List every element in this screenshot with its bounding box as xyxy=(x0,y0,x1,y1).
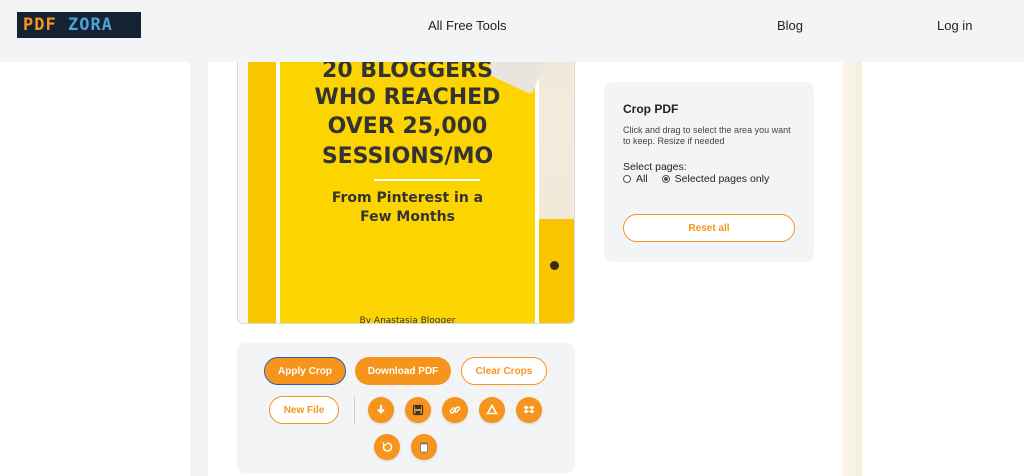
radio-all-label[interactable]: All xyxy=(636,173,648,185)
logo-part-pdf: PDF xyxy=(23,15,57,35)
link-icon[interactable] xyxy=(442,397,468,423)
radio-selected-pages[interactable] xyxy=(661,175,670,183)
cover-line-4: SESSIONS/MO xyxy=(321,144,494,169)
crop-settings-panel: Crop PDF Click and drag to select the ar… xyxy=(604,82,814,262)
preview-pin xyxy=(550,261,559,270)
cover-rule xyxy=(374,179,480,181)
select-pages-label: Select pages: xyxy=(623,161,687,173)
preview-right-panel xyxy=(539,62,574,323)
new-file-button[interactable]: New File xyxy=(269,396,339,424)
preview-margin xyxy=(238,62,248,323)
panel-description: Click and drag to select the area you wa… xyxy=(623,125,791,146)
dropbox-icon[interactable] xyxy=(516,397,542,423)
reset-all-button[interactable]: Reset all xyxy=(623,214,795,242)
radio-all[interactable] xyxy=(623,175,631,183)
save-icon[interactable] xyxy=(405,397,431,423)
cover-subtitle-2: Few Months xyxy=(360,209,455,225)
nav-blog[interactable]: Blog xyxy=(777,18,803,33)
nav-all-free-tools[interactable]: All Free Tools xyxy=(428,18,507,33)
cover-line-3: OVER 25,000 xyxy=(327,114,488,139)
undo-icon[interactable] xyxy=(374,434,400,460)
page-shadow-left xyxy=(190,62,208,476)
cover-subtitle-1: From Pinterest in a xyxy=(331,190,484,206)
page-selection-radios: All Selected pages only xyxy=(623,173,769,185)
nav-login[interactable]: Log in xyxy=(937,18,972,33)
apply-crop-button[interactable]: Apply Crop xyxy=(264,357,346,385)
cover-line-2: WHO REACHED xyxy=(314,85,501,110)
page-shadow-right xyxy=(842,62,862,476)
download-pdf-button[interactable]: Download PDF xyxy=(355,357,451,385)
panel-title: Crop PDF xyxy=(623,102,679,116)
trash-icon[interactable] xyxy=(411,434,437,460)
action-separator xyxy=(354,396,355,424)
pdfzora-logo[interactable]: PDF ZORA xyxy=(17,12,141,38)
logo-part-zora: ZORA xyxy=(67,15,113,35)
action-panel: Apply Crop Download PDF Clear Crops New … xyxy=(237,343,575,473)
cover-byline: By Anastasia Blogger xyxy=(359,316,456,324)
top-header: PDF ZORA All Free Tools Blog Log in xyxy=(0,0,1024,62)
download-icon[interactable] xyxy=(368,397,394,423)
pdf-preview[interactable]: 20 BLOGGERS WHO REACHED OVER 25,000 SESS… xyxy=(237,62,575,324)
radio-selected-pages-label[interactable]: Selected pages only xyxy=(675,173,770,185)
google-drive-icon[interactable] xyxy=(479,397,505,423)
clear-crops-button[interactable]: Clear Crops xyxy=(461,357,547,385)
